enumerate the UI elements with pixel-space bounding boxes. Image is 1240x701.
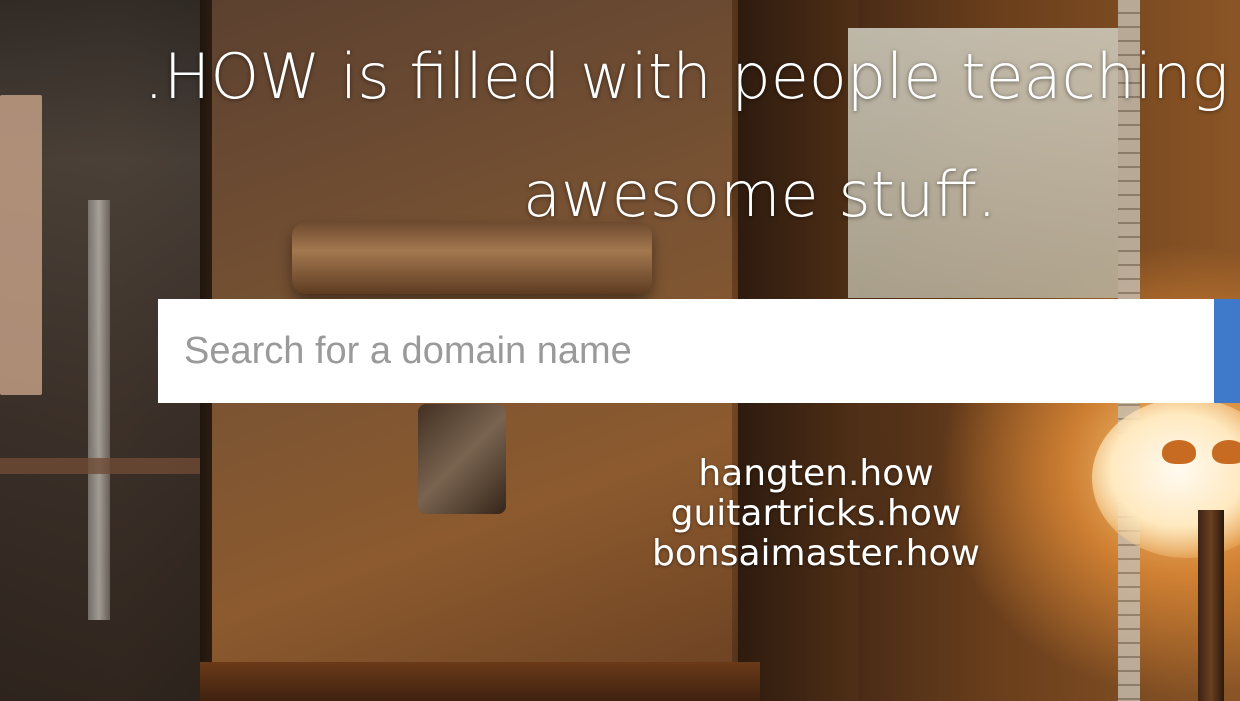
background-lamp-stem <box>1198 510 1224 701</box>
background-knob <box>418 404 506 514</box>
hero-headline: .HOW is filled with people teaching awes… <box>0 38 1240 238</box>
domain-search-bar <box>158 299 1240 403</box>
example-domains-list: hangten.how guitartricks.how bonsaimaste… <box>566 454 1066 574</box>
background-bench <box>200 662 760 701</box>
domain-search-input[interactable] <box>158 299 1214 403</box>
example-domain-link-hangten[interactable]: hangten.how <box>566 454 1066 494</box>
background-pole <box>88 200 110 620</box>
example-domain-link-guitartricks[interactable]: guitartricks.how <box>566 494 1066 534</box>
example-domain-link-bonsaimaster[interactable]: bonsaimaster.how <box>566 534 1066 574</box>
headline-line-1: .HOW is filled with people teaching <box>144 40 1229 113</box>
background-rail <box>0 458 200 474</box>
search-button[interactable] <box>1214 299 1240 403</box>
headline-line-2: awesome stuff. <box>523 158 997 231</box>
background-lamp-eye-left <box>1162 440 1196 464</box>
background-lamp-eye-right <box>1212 440 1240 464</box>
